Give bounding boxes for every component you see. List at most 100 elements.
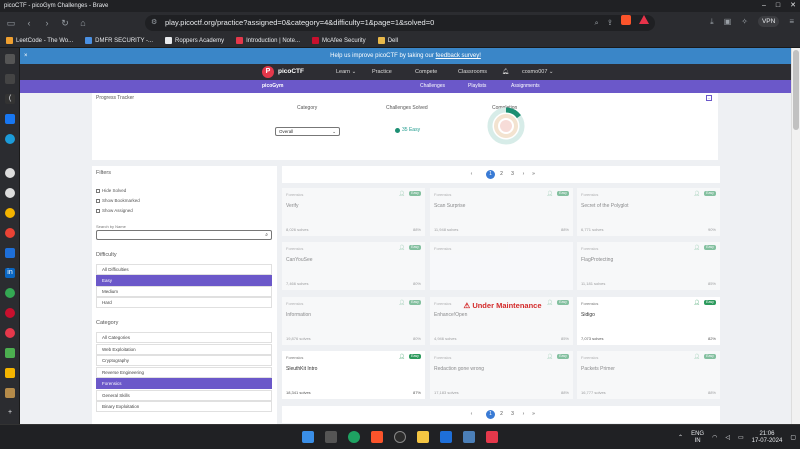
sidebar-app-icon[interactable] (5, 188, 15, 198)
page-3-button[interactable]: 3 (508, 170, 517, 179)
banner-close-icon[interactable]: × (24, 48, 28, 64)
bookmark-item[interactable]: McAfee Security (312, 37, 366, 44)
brave-taskbar-icon[interactable] (371, 431, 383, 443)
close-icon[interactable]: ✕ (790, 0, 796, 12)
chevron-up-icon[interactable]: ⌃ (678, 434, 683, 441)
bookmark-item[interactable]: Roppers Academy (165, 37, 224, 44)
category-select[interactable]: Overall ⌄ (275, 127, 340, 136)
subnav-challenges[interactable]: Challenges (420, 80, 445, 93)
clock[interactable]: 21:06 17-07-2024 (752, 431, 783, 445)
sidebar-app-icon[interactable] (5, 288, 15, 298)
difficulty-option-all[interactable]: All Difficulties (96, 264, 272, 275)
wifi-icon[interactable]: ◠ (712, 434, 717, 441)
checkbox-box[interactable] (96, 208, 100, 213)
difficulty-option-easy[interactable]: Easy (96, 275, 272, 286)
checkbox-box[interactable] (96, 198, 100, 203)
page-2-button[interactable]: 2 (497, 170, 506, 179)
sidebar-app-icon[interactable] (5, 208, 15, 218)
vpn-button[interactable]: VPN (757, 16, 780, 27)
file-explorer-icon[interactable] (417, 431, 429, 443)
page-scrollbar[interactable] (791, 48, 800, 424)
sidebar-app-icon[interactable] (5, 368, 15, 378)
prev-page-icon[interactable]: ‹ (467, 170, 476, 179)
maximize-icon[interactable]: □ (776, 0, 780, 12)
brave-shields-icon[interactable] (621, 15, 631, 25)
sidebar-app-icon[interactable] (5, 388, 15, 398)
search-input[interactable]: ⌕ (96, 230, 272, 240)
sidebar-add-icon[interactable]: + (5, 408, 15, 418)
bookmark-item[interactable]: DMFR SECURITY -... (85, 37, 153, 44)
sidebar-panel-icon[interactable] (5, 54, 15, 64)
nav-classrooms[interactable]: Classrooms (458, 64, 487, 80)
share-icon[interactable]: ⇪ (607, 15, 613, 31)
zoom-icon[interactable]: ⌕ (595, 15, 599, 31)
feedback-survey-link[interactable]: feedback survey! (436, 53, 481, 59)
last-page-icon[interactable]: » (529, 410, 538, 419)
reload-icon[interactable]: ↻ (60, 18, 70, 29)
user-menu[interactable]: cosmo007 ⌄ (522, 64, 554, 80)
challenge-card[interactable]: Forensics 👤︎ Easy Redaction gone wrong 1… (430, 351, 573, 399)
minimize-icon[interactable]: – (762, 0, 766, 12)
page-1-button[interactable]: 1 (486, 170, 495, 179)
picoctf-logo-icon[interactable]: P (262, 66, 274, 78)
sidebar-app-icon[interactable] (5, 228, 15, 238)
site-info-icon[interactable]: ⚙ (151, 15, 157, 31)
category-option-general[interactable]: General Skills (96, 390, 272, 401)
bookmark-item[interactable]: Introduction | Note... (236, 37, 300, 44)
challenge-card-maintenance[interactable]: Forensics (430, 242, 573, 290)
sidebar-linkedin-icon[interactable]: in (5, 268, 15, 278)
nav-compete[interactable]: Compete (415, 64, 437, 80)
challenge-card[interactable]: Forensics 👤︎ Easy Verify 8,026 solves 88… (282, 188, 425, 236)
wallet-icon[interactable]: ▣ (724, 17, 732, 26)
nav-practice[interactable]: Practice (372, 64, 392, 80)
task-view-icon[interactable] (325, 431, 337, 443)
hide-solved-checkbox[interactable]: Hide Solved (96, 188, 126, 193)
category-option-forensics[interactable]: Forensics (96, 378, 272, 389)
show-bookmarked-checkbox[interactable]: Show Bookmarked (96, 198, 140, 203)
page-2-button[interactable]: 2 (497, 410, 506, 419)
site-logo-text[interactable]: picoCTF (278, 64, 304, 80)
menu-icon[interactable]: ≡ (789, 17, 794, 26)
dell-icon[interactable] (394, 431, 406, 443)
category-option-binary[interactable]: Binary Exploitation (96, 401, 272, 412)
challenge-card[interactable]: Forensics 👤︎ Easy Information 19,876 sol… (282, 297, 425, 345)
vscode-icon[interactable] (440, 431, 452, 443)
forward-icon[interactable]: › (42, 18, 52, 28)
brave-rewards-icon[interactable] (639, 15, 649, 24)
challenge-card[interactable]: Forensics 👤︎ Easy Packets Primer 16,777 … (577, 351, 720, 399)
category-option-web[interactable]: Web Exploitation (96, 344, 272, 355)
challenge-card[interactable]: Forensics 👤︎ Easy SleuthKit Intro 18,341… (282, 351, 425, 399)
subnav-assignments[interactable]: Assignments (511, 80, 540, 93)
home-icon[interactable]: ⌂ (78, 18, 88, 28)
sidebar-app-icon[interactable] (5, 114, 15, 124)
notification-icon[interactable]: ▢ (790, 434, 796, 441)
last-page-icon[interactable]: » (529, 170, 538, 179)
bookmark-item[interactable]: LeetCode - The Wo... (6, 37, 73, 44)
edge-icon[interactable] (348, 431, 360, 443)
back-icon[interactable]: ‹ (24, 18, 34, 28)
sidebar-app-icon[interactable] (5, 168, 15, 178)
difficulty-option-hard[interactable]: Hard (96, 297, 272, 308)
sidebar-toggle-icon[interactable]: ▭ (6, 18, 16, 29)
challenge-card[interactable]: Forensics 👤︎ Easy Scan Surprise 11,948 s… (430, 188, 573, 236)
challenge-card[interactable]: Forensics 👤︎ Easy Sidigo 7,073 solves 82… (577, 297, 720, 345)
category-option-reverse[interactable]: Reverse Engineering (96, 367, 272, 378)
challenge-card[interactable]: Forensics 👤︎ Easy CanYouSee 7,466 solves… (282, 242, 425, 290)
nav-learn[interactable]: Learn ⌄ (336, 64, 356, 80)
collapse-icon[interactable]: – (706, 95, 712, 101)
page-3-button[interactable]: 3 (508, 410, 517, 419)
difficulty-option-medium[interactable]: Medium (96, 286, 272, 297)
next-page-icon[interactable]: › (519, 170, 528, 179)
checkbox-box[interactable] (96, 188, 100, 193)
sidebar-app-icon[interactable] (5, 74, 15, 84)
subnav-playlists[interactable]: Playlists (468, 80, 486, 93)
battery-icon[interactable]: ▭ (738, 434, 744, 441)
virtualbox-icon[interactable] (463, 431, 475, 443)
scrollbar-thumb[interactable] (793, 50, 799, 130)
language-indicator[interactable]: ENG IN (691, 431, 704, 445)
downloads-icon[interactable]: ⤓ (710, 17, 714, 27)
category-option-all[interactable]: All Categories (96, 332, 272, 343)
show-assigned-checkbox[interactable]: Show Assigned (96, 208, 133, 213)
sidebar-app-icon[interactable] (5, 308, 15, 318)
sidebar-app-icon[interactable] (5, 348, 15, 358)
